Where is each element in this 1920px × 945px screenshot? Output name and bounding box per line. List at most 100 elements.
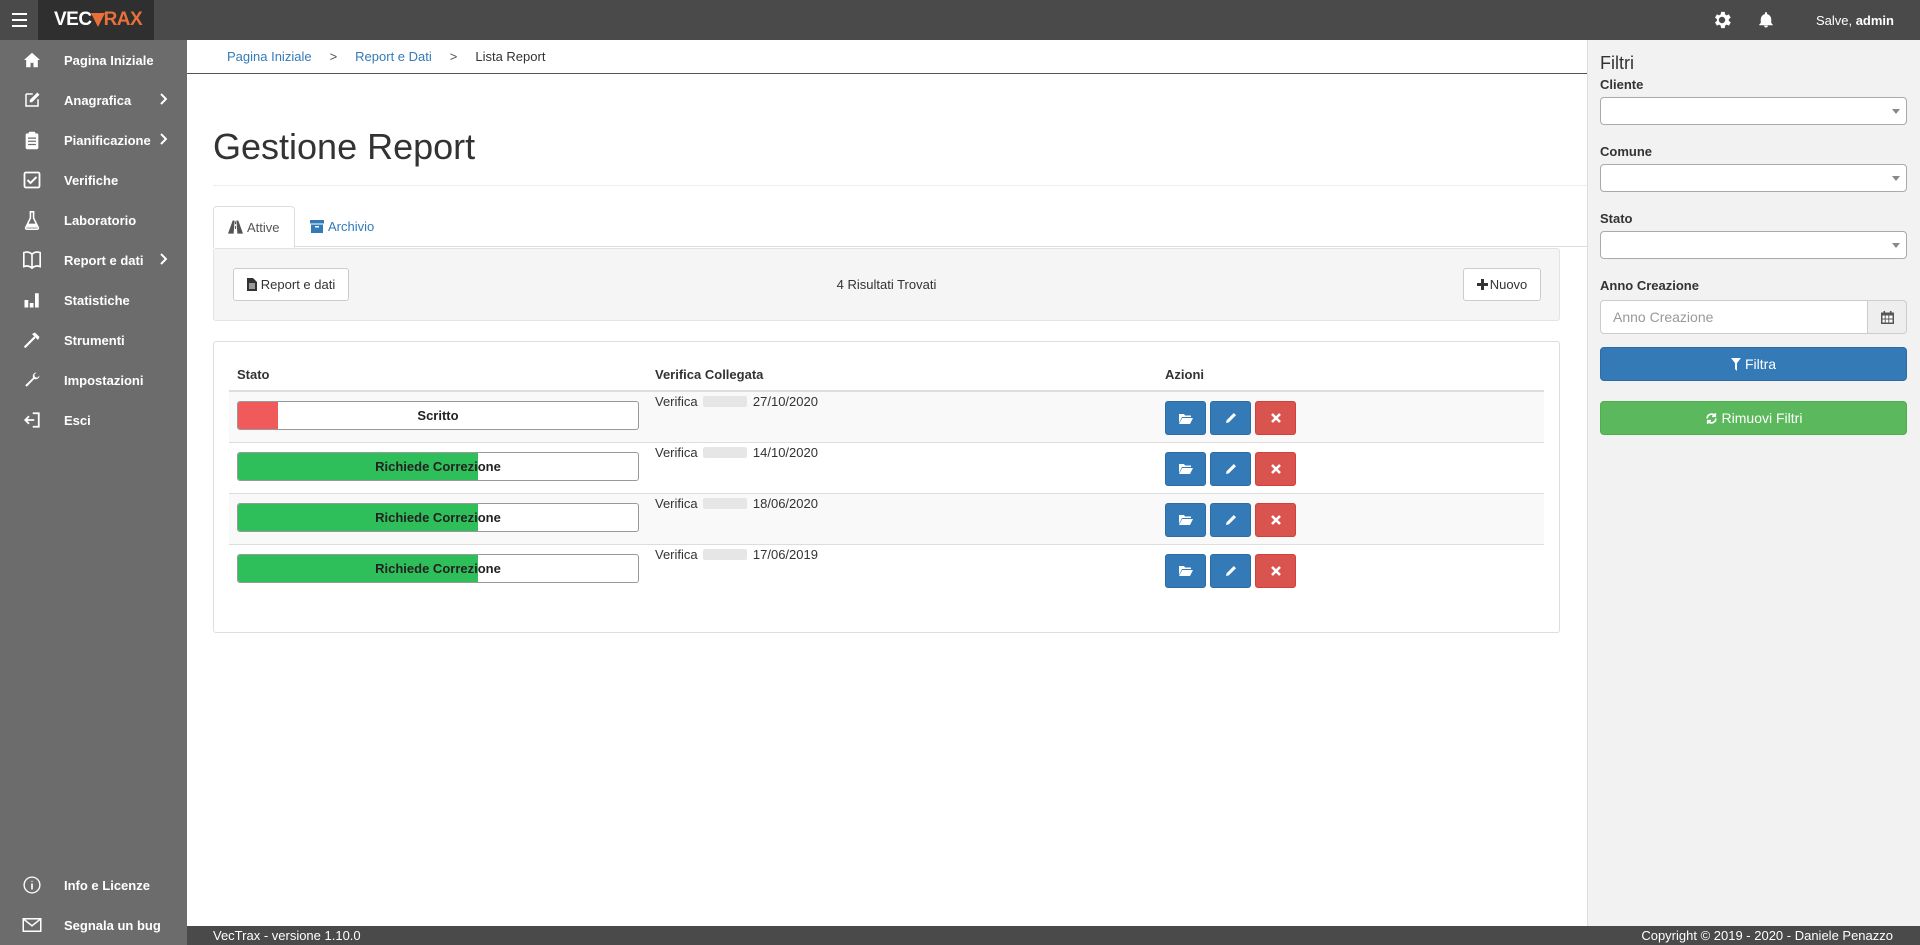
sidebar-item-verifiche[interactable]: Verifiche xyxy=(0,160,187,200)
flask-icon xyxy=(0,210,64,230)
verifica-date: 18/06/2020 xyxy=(752,495,818,511)
sidebar-item-strumenti[interactable]: Strumenti xyxy=(0,320,187,360)
tab-label: Attive xyxy=(247,219,280,235)
new-report-button[interactable]: Nuovo xyxy=(1463,268,1541,301)
filters-title: Filtri xyxy=(1600,53,1634,73)
verifica-date: 14/10/2020 xyxy=(752,444,818,460)
button-label: Nuovo xyxy=(1489,277,1528,292)
sidebar-item-label: Statistiche xyxy=(64,292,130,308)
hamburger-menu-icon[interactable] xyxy=(0,0,38,40)
settings-icon[interactable] xyxy=(1700,0,1744,40)
sidebar-item-pagina-iniziale[interactable]: Pagina Iniziale xyxy=(0,40,187,80)
actions-cell xyxy=(1157,441,1544,493)
breadcrumb-link-pagina-iniziale[interactable]: Pagina Iniziale xyxy=(227,49,312,64)
sidebar-item-laboratorio[interactable]: Laboratorio xyxy=(0,200,187,240)
comune-select[interactable] xyxy=(1600,164,1907,192)
sidebar-item-pianificazione[interactable]: Pianificazione xyxy=(0,120,187,160)
sidebar: Pagina Iniziale Anagrafica Pianificazion… xyxy=(0,40,187,945)
folder-open-icon xyxy=(1178,514,1193,525)
plus-icon xyxy=(1476,279,1488,290)
table-row: Scritto Verifica 27/10/2020 xyxy=(229,390,1544,442)
status-cell: Richiede Correzione xyxy=(229,492,647,544)
report-table-panel: Stato Verifica Collegata Azioni Scritto V… xyxy=(213,341,1560,633)
caret-down-icon xyxy=(1892,243,1900,248)
road-icon xyxy=(228,220,243,234)
sidebar-item-label: Esci xyxy=(64,412,91,428)
edit-report-button[interactable] xyxy=(1210,401,1251,435)
bell-icon[interactable] xyxy=(1744,0,1788,40)
verifica-date: 17/06/2019 xyxy=(752,546,818,562)
sidebar-item-esci[interactable]: Esci xyxy=(0,400,187,440)
tab-bar: Attive Archivio xyxy=(213,206,1587,248)
breadcrumb-separator: > xyxy=(449,49,458,64)
tab-attive[interactable]: Attive xyxy=(213,206,295,248)
tab-archivio[interactable]: Archivio xyxy=(296,206,388,247)
sidebar-item-label: Segnala un bug xyxy=(64,917,161,933)
calendar-icon[interactable] xyxy=(1868,300,1907,334)
open-report-button[interactable] xyxy=(1165,502,1206,537)
redacted-text xyxy=(703,396,748,407)
sidebar-item-segnala-bug[interactable]: Segnala un bug xyxy=(0,905,187,945)
copyright-text: Copyright © 2019 - 2020 - Daniele Penazz… xyxy=(1641,928,1893,943)
archive-icon xyxy=(310,220,324,233)
edit-report-button[interactable] xyxy=(1210,502,1251,537)
caret-down-icon xyxy=(1892,109,1900,114)
close-icon xyxy=(1270,413,1281,423)
folder-open-icon xyxy=(1178,463,1193,474)
status-cell: Scritto xyxy=(229,390,647,442)
delete-report-button[interactable] xyxy=(1255,451,1296,486)
chevron-right-icon xyxy=(159,133,168,148)
actions-cell xyxy=(1157,390,1544,442)
comune-label: Comune xyxy=(1600,144,1652,159)
top-bar: VEC RAX Salve, admin xyxy=(0,0,1920,40)
divider xyxy=(213,185,1587,186)
breadcrumb: Pagina Iniziale > Report e Dati > Lista … xyxy=(187,40,1587,74)
open-report-button[interactable] xyxy=(1165,401,1206,435)
sidebar-item-label: Strumenti xyxy=(64,332,125,348)
column-header-stato: Stato xyxy=(229,358,647,392)
sidebar-item-label: Pagina Iniziale xyxy=(64,52,154,68)
sidebar-item-label: Info e Licenze xyxy=(64,877,150,893)
button-label: Rimuovi Filtri xyxy=(1721,410,1803,426)
sidebar-item-label: Pianificazione xyxy=(64,132,151,148)
delete-report-button[interactable] xyxy=(1255,401,1296,435)
filtra-button[interactable]: Filtra xyxy=(1600,347,1907,381)
verifica-cell: Verifica 27/10/2020 xyxy=(647,390,1157,442)
actions-cell xyxy=(1157,492,1544,544)
edit-icon xyxy=(0,91,64,109)
verifica-date: 27/10/2020 xyxy=(752,394,818,409)
hammer-icon xyxy=(0,331,64,349)
app-logo[interactable]: VEC RAX xyxy=(38,0,154,40)
open-report-button[interactable] xyxy=(1165,553,1206,588)
sidebar-item-impostazioni[interactable]: Impostazioni xyxy=(0,360,187,400)
clipboard-icon xyxy=(0,131,64,150)
sidebar-item-anagrafica[interactable]: Anagrafica xyxy=(0,80,187,120)
breadcrumb-link-report-e-dati[interactable]: Report e Dati xyxy=(355,49,432,64)
open-report-button[interactable] xyxy=(1165,451,1206,486)
button-label: Filtra xyxy=(1744,356,1777,372)
folder-open-icon xyxy=(1178,413,1193,424)
filter-icon xyxy=(1730,357,1741,371)
cliente-select[interactable] xyxy=(1600,97,1907,125)
status-cell: Richiede Correzione xyxy=(229,543,647,595)
filters-panel: Filtri Cliente Comune Stato Anno Creazio… xyxy=(1587,40,1920,926)
pencil-icon xyxy=(1225,565,1237,577)
verifica-cell: Verifica 18/06/2020 xyxy=(647,492,1157,544)
edit-report-button[interactable] xyxy=(1210,553,1251,588)
edit-report-button[interactable] xyxy=(1210,451,1251,486)
sidebar-item-report-e-dati[interactable]: Report e dati xyxy=(0,240,187,280)
sidebar-item-info-licenze[interactable]: Info e Licenze xyxy=(0,865,187,905)
rimuovi-filtri-button[interactable]: Rimuovi Filtri xyxy=(1600,401,1907,435)
delete-report-button[interactable] xyxy=(1255,502,1296,537)
redacted-text xyxy=(703,497,748,509)
sidebar-item-label: Report e dati xyxy=(64,252,144,268)
delete-report-button[interactable] xyxy=(1255,553,1296,588)
pencil-icon xyxy=(1225,514,1237,526)
user-greeting[interactable]: Salve, admin xyxy=(1788,13,1920,28)
sidebar-item-label: Laboratorio xyxy=(64,212,137,228)
anno-creazione-input[interactable] xyxy=(1600,300,1868,334)
status-label: Richiede Correzione xyxy=(375,458,501,474)
column-header-verifica: Verifica Collegata xyxy=(647,358,1157,392)
sidebar-item-statistiche[interactable]: Statistiche xyxy=(0,280,187,320)
stato-select[interactable] xyxy=(1600,231,1907,259)
